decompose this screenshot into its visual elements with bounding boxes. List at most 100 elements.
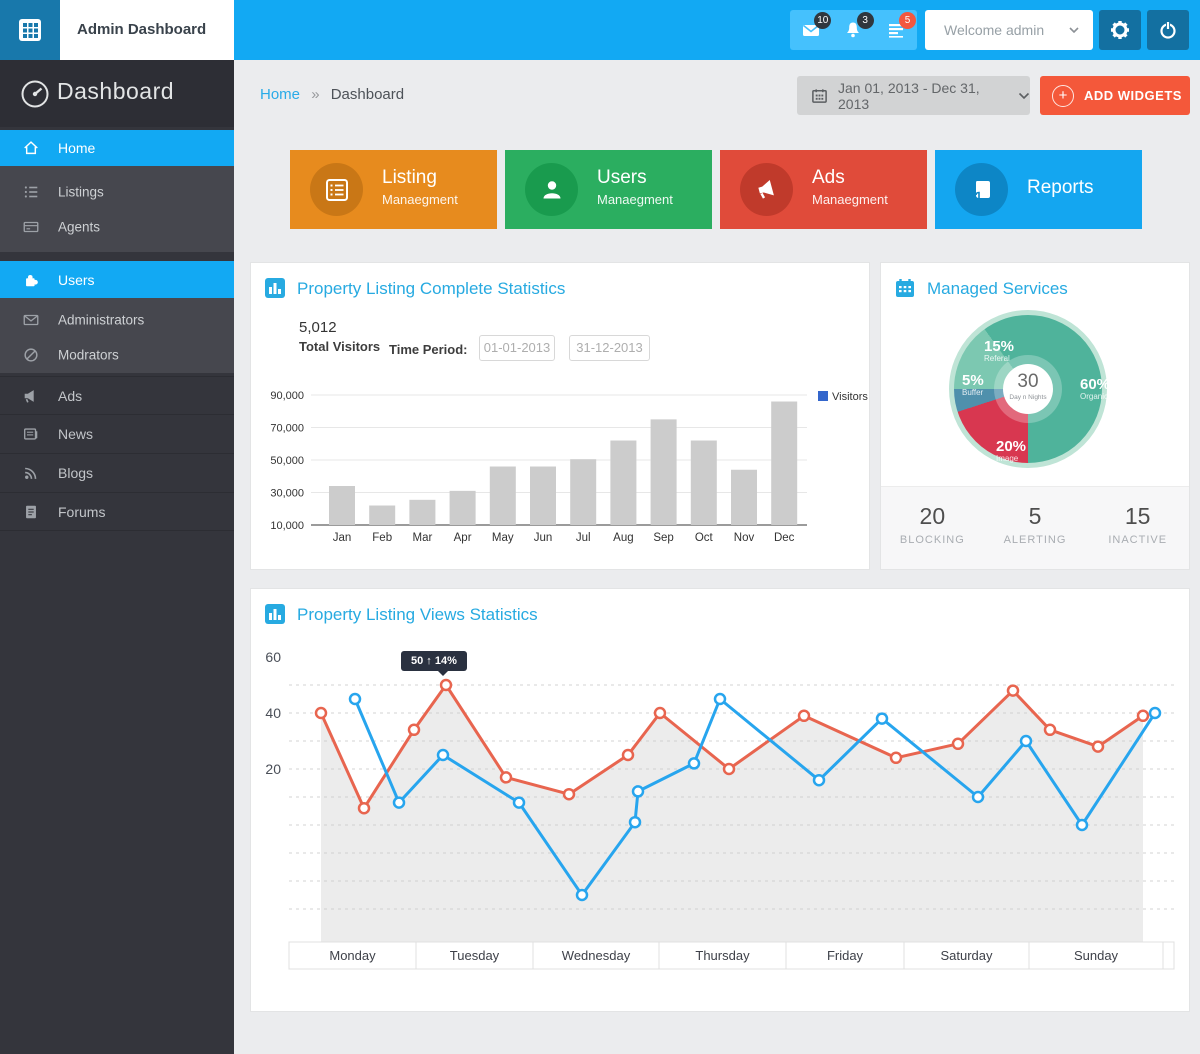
date-from-input[interactable]: 01-01-2013 xyxy=(479,335,555,361)
breadcrumb: Home » Dashboard xyxy=(260,86,404,103)
total-visitors-value: 5,012 xyxy=(299,319,337,336)
sidebar-item-label: News xyxy=(58,426,93,442)
panel-views-statistics: Property Listing Views Statistics 50 ↑ 1… xyxy=(250,588,1190,1012)
topbar: Admin Dashboard 10 3 5 Welcome admin xyxy=(0,0,1200,60)
panel-managed-services: Managed Services 15% Referal 5% Buffer 6… xyxy=(880,262,1190,570)
app-logo[interactable] xyxy=(0,0,60,60)
top-navigation: 10 3 5 Welcome admin xyxy=(234,0,1200,60)
sidebar-item-forums[interactable]: Forums xyxy=(0,492,234,531)
breadcrumb-current: Dashboard xyxy=(331,86,404,103)
svg-text:Oct: Oct xyxy=(695,532,714,544)
svg-text:Aug: Aug xyxy=(613,532,633,544)
donut-center: 30 Day n Nights xyxy=(1003,364,1053,414)
breadcrumb-home-link[interactable]: Home xyxy=(260,86,300,103)
messages-badge: 5 xyxy=(899,12,916,29)
stat-inactive: 15 INACTIVE xyxy=(1086,487,1189,569)
time-period-label: Time Period: xyxy=(389,342,468,357)
card-title: Listing xyxy=(382,167,437,189)
notification-group: 10 3 5 xyxy=(790,10,917,50)
mail-button[interactable]: 10 xyxy=(790,10,832,50)
card-title: Users xyxy=(597,167,647,189)
svg-text:Friday: Friday xyxy=(827,948,864,963)
svg-text:40: 40 xyxy=(265,705,281,721)
sidebar-item-listings[interactable]: Listings xyxy=(0,174,234,209)
svg-text:May: May xyxy=(492,532,514,544)
megaphone-icon xyxy=(22,387,40,405)
rss-icon xyxy=(22,464,40,482)
donut-label-buffer: 5% Buffer xyxy=(962,373,984,397)
panel-listing-statistics: Property Listing Complete Statistics 5,0… xyxy=(250,262,870,570)
svg-text:Apr: Apr xyxy=(454,532,472,544)
app-title: Admin Dashboard xyxy=(60,0,234,60)
puzzle-icon xyxy=(22,271,40,289)
card-title: Ads xyxy=(812,167,845,189)
sidebar-item-home[interactable]: Home xyxy=(0,130,234,166)
card-subtitle: Manaegment xyxy=(597,192,673,207)
add-widgets-button[interactable]: + ADD WIDGETS xyxy=(1040,76,1190,115)
sidebar: Dashboard Home Listings Agents Users Adm… xyxy=(0,60,234,1054)
book-icon xyxy=(969,177,995,203)
list-icon xyxy=(22,183,40,201)
sidebar-item-ads[interactable]: Ads xyxy=(0,376,234,414)
messages-button[interactable]: 5 xyxy=(875,10,917,50)
gear-icon xyxy=(1108,18,1132,42)
breadcrumb-separator: » xyxy=(311,86,319,103)
card-subtitle: Manaegment xyxy=(812,192,888,207)
sidebar-submenu-users: Administrators Modrators xyxy=(0,298,234,373)
ban-icon xyxy=(22,346,40,364)
sidebar-item-administrators[interactable]: Administrators xyxy=(0,302,234,337)
panel-title: Property Listing Views Statistics xyxy=(297,605,538,625)
table-icon xyxy=(324,177,350,203)
donut-label-referal: 15% Referal xyxy=(984,339,1014,363)
date-range-value: Jan 01, 2013 - Dec 31, 2013 xyxy=(838,80,1008,112)
svg-text:Monday: Monday xyxy=(329,948,376,963)
sidebar-item-label: Ads xyxy=(58,388,82,404)
sidebar-item-news[interactable]: News xyxy=(0,414,234,453)
panel-title: Managed Services xyxy=(927,279,1068,299)
date-to-input[interactable]: 31-12-2013 xyxy=(569,335,650,361)
svg-text:Mar: Mar xyxy=(412,532,432,544)
svg-text:10,000: 10,000 xyxy=(270,520,304,532)
visitors-bar-chart[interactable]: 90,00070,00050,00030,00010,000JanFebMarA… xyxy=(251,383,871,571)
sidebar-item-users[interactable]: Users xyxy=(0,261,234,298)
logout-button[interactable] xyxy=(1147,10,1189,50)
svg-text:Jan: Jan xyxy=(333,532,352,544)
sidebar-item-agents[interactable]: Agents xyxy=(0,209,234,244)
calendar-icon xyxy=(895,278,915,298)
bar-chart-icon xyxy=(265,278,285,298)
user-menu-dropdown[interactable]: Welcome admin xyxy=(925,10,1093,50)
card-ads-management[interactable]: Ads Manaegment xyxy=(720,150,927,229)
svg-text:Tuesday: Tuesday xyxy=(450,948,500,963)
megaphone-icon xyxy=(754,177,780,203)
calendar-icon xyxy=(811,87,828,104)
alerts-button[interactable]: 3 xyxy=(832,10,874,50)
document-icon xyxy=(22,503,40,521)
stat-alerting: 5 ALERTING xyxy=(984,487,1087,569)
svg-text:Saturday: Saturday xyxy=(940,948,993,963)
card-title: Reports xyxy=(1027,177,1094,199)
card-reports[interactable]: Reports xyxy=(935,150,1142,229)
svg-text:90,000: 90,000 xyxy=(270,390,304,402)
card-listing-management[interactable]: Listing Manaegment xyxy=(290,150,497,229)
svg-text:Nov: Nov xyxy=(734,532,755,544)
settings-button[interactable] xyxy=(1099,10,1141,50)
sidebar-item-modrators[interactable]: Modrators xyxy=(0,337,234,372)
svg-text:Wednesday: Wednesday xyxy=(562,948,631,963)
date-range-picker[interactable]: Jan 01, 2013 - Dec 31, 2013 xyxy=(797,76,1030,115)
svg-text:Visitors: Visitors xyxy=(832,391,868,403)
svg-text:20: 20 xyxy=(265,761,281,777)
panel-title: Property Listing Complete Statistics xyxy=(297,279,565,299)
bar-chart-icon xyxy=(265,604,285,624)
svg-text:Feb: Feb xyxy=(372,532,392,544)
home-icon xyxy=(22,139,40,157)
power-icon xyxy=(1157,19,1179,41)
newspaper-icon xyxy=(22,425,40,443)
id-card-icon xyxy=(22,218,40,236)
card-users-management[interactable]: Users Manaegment xyxy=(505,150,712,229)
views-line-chart[interactable]: 604020MondayTuesdayWednesdayThursdayFrid… xyxy=(251,649,1191,1013)
managed-services-donut-chart[interactable]: 15% Referal 5% Buffer 60% Organic 20% Im… xyxy=(949,310,1107,468)
sidebar-item-label: Administrators xyxy=(58,312,144,327)
svg-text:Thursday: Thursday xyxy=(695,948,750,963)
grid-logo-icon xyxy=(17,17,43,43)
sidebar-item-blogs[interactable]: Blogs xyxy=(0,453,234,492)
